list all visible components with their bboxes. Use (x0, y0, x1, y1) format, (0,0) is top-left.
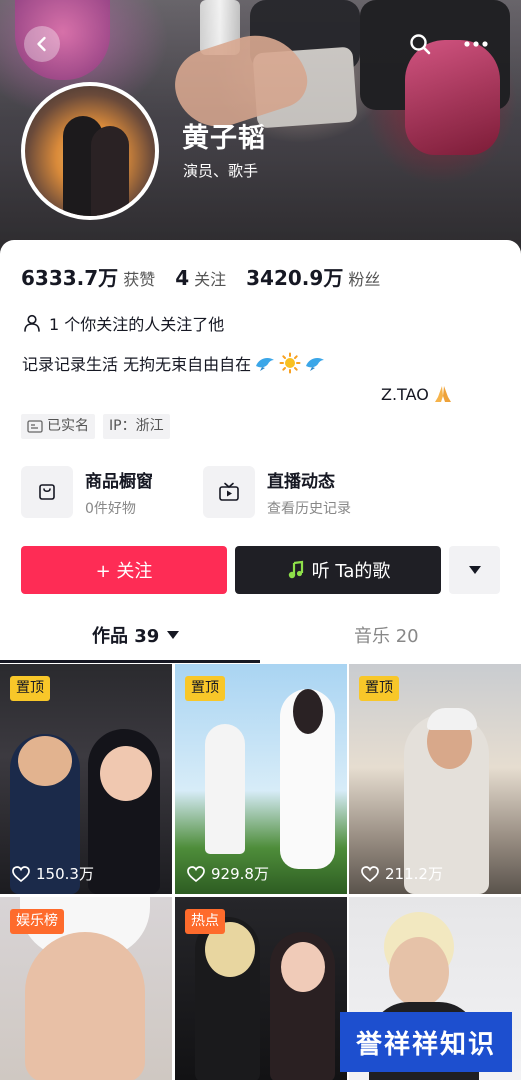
pinned-badge: 置顶 (185, 676, 225, 701)
listen-songs-button[interactable]: 听 Ta的歌 (235, 546, 441, 594)
active-tab-indicator (0, 660, 260, 663)
live-history-entry[interactable]: 直播动态 查看历史记录 (203, 466, 351, 518)
caret-down-icon (468, 566, 481, 574)
video-likes: 211.2万 (361, 863, 443, 884)
ranking-badge: 娱乐榜 (10, 909, 64, 934)
bio-text: 记录记录生活 无拘无束自由自在 (22, 355, 252, 374)
sun-icon (279, 352, 301, 374)
video-thumbnail[interactable]: 娱乐榜 (0, 897, 172, 1080)
dolphin-icon (306, 358, 325, 371)
shop-window-entry[interactable]: 商品橱窗 0件好物 (21, 466, 153, 518)
tab-music[interactable]: 音乐 20 (354, 622, 419, 648)
tab-works[interactable]: 作品 39 (92, 622, 180, 648)
likes-label: 获赞 (123, 270, 156, 289)
folded-hands-icon (434, 386, 451, 402)
ip-location-tag: IP：浙江 (103, 414, 170, 439)
bio-line-1: 记录记录生活 无拘无束自由自在 (22, 351, 326, 375)
id-card-icon (27, 420, 43, 433)
verified-tag: 已实名 (21, 414, 95, 439)
chevron-left-icon (37, 36, 46, 52)
bio-line-2: Z.TAO (381, 383, 454, 405)
pinned-badge: 置顶 (359, 676, 399, 701)
followers-label: 粉丝 (348, 270, 381, 289)
caret-down-icon (167, 631, 180, 639)
heart-icon (187, 865, 205, 882)
hot-badge: 热点 (185, 909, 225, 934)
avatar[interactable] (21, 82, 159, 220)
following-label: 关注 (194, 270, 227, 289)
profile-tags: 已实名 IP：浙江 (21, 414, 178, 439)
video-thumbnail[interactable]: 置顶 211.2万 (349, 664, 521, 894)
live-tv-icon (219, 482, 239, 501)
profile-subtitle: 演员、歌手 (183, 162, 259, 180)
dolphin-icon (256, 358, 275, 371)
person-icon (24, 314, 40, 332)
shopping-bag-icon (39, 484, 55, 500)
video-thumbnail[interactable]: 置顶 150.3万 (0, 664, 172, 894)
content-tabs: 作品 39 音乐 20 (0, 616, 521, 663)
search-icon (410, 34, 431, 55)
shop-window-subtitle: 0件好物 (85, 500, 136, 517)
more-actions-dropdown[interactable] (449, 546, 500, 594)
profile-card (0, 240, 521, 660)
mutual-follow-info[interactable]: 1 个你关注的人关注了他 (22, 311, 224, 335)
shop-window-title: 商品橱窗 (85, 471, 153, 492)
bio-signature: Z.TAO (381, 384, 429, 404)
video-thumbnail[interactable]: 置顶 929.8万 (175, 664, 347, 894)
music-note-icon (288, 560, 303, 579)
video-thumbnail[interactable]: 热点 (175, 897, 347, 1080)
followers-count[interactable]: 3420.9万 (246, 262, 343, 291)
mutual-follow-text: 1 个你关注的人关注了他 (49, 315, 225, 334)
video-likes: 150.3万 (12, 863, 94, 884)
live-history-subtitle: 查看历史记录 (267, 500, 351, 517)
back-button[interactable] (24, 26, 60, 62)
heart-icon (361, 865, 379, 882)
search-button[interactable] (402, 26, 438, 62)
follow-button[interactable]: + 关注 (21, 546, 227, 594)
profile-stats: 6333.7万 获赞 4 关注 3420.9万 粉丝 (21, 262, 400, 291)
pinned-badge: 置顶 (10, 676, 50, 701)
watermark-logo: 誉祥祥知识 (340, 1012, 512, 1072)
heart-icon (12, 865, 30, 882)
profile-name: 黄子韬 (182, 123, 266, 154)
more-dots-icon (464, 41, 488, 47)
following-count[interactable]: 4 (175, 266, 189, 290)
likes-count[interactable]: 6333.7万 (21, 262, 118, 291)
live-history-title: 直播动态 (267, 471, 335, 492)
more-button[interactable] (458, 26, 494, 62)
video-likes: 929.8万 (187, 863, 269, 884)
